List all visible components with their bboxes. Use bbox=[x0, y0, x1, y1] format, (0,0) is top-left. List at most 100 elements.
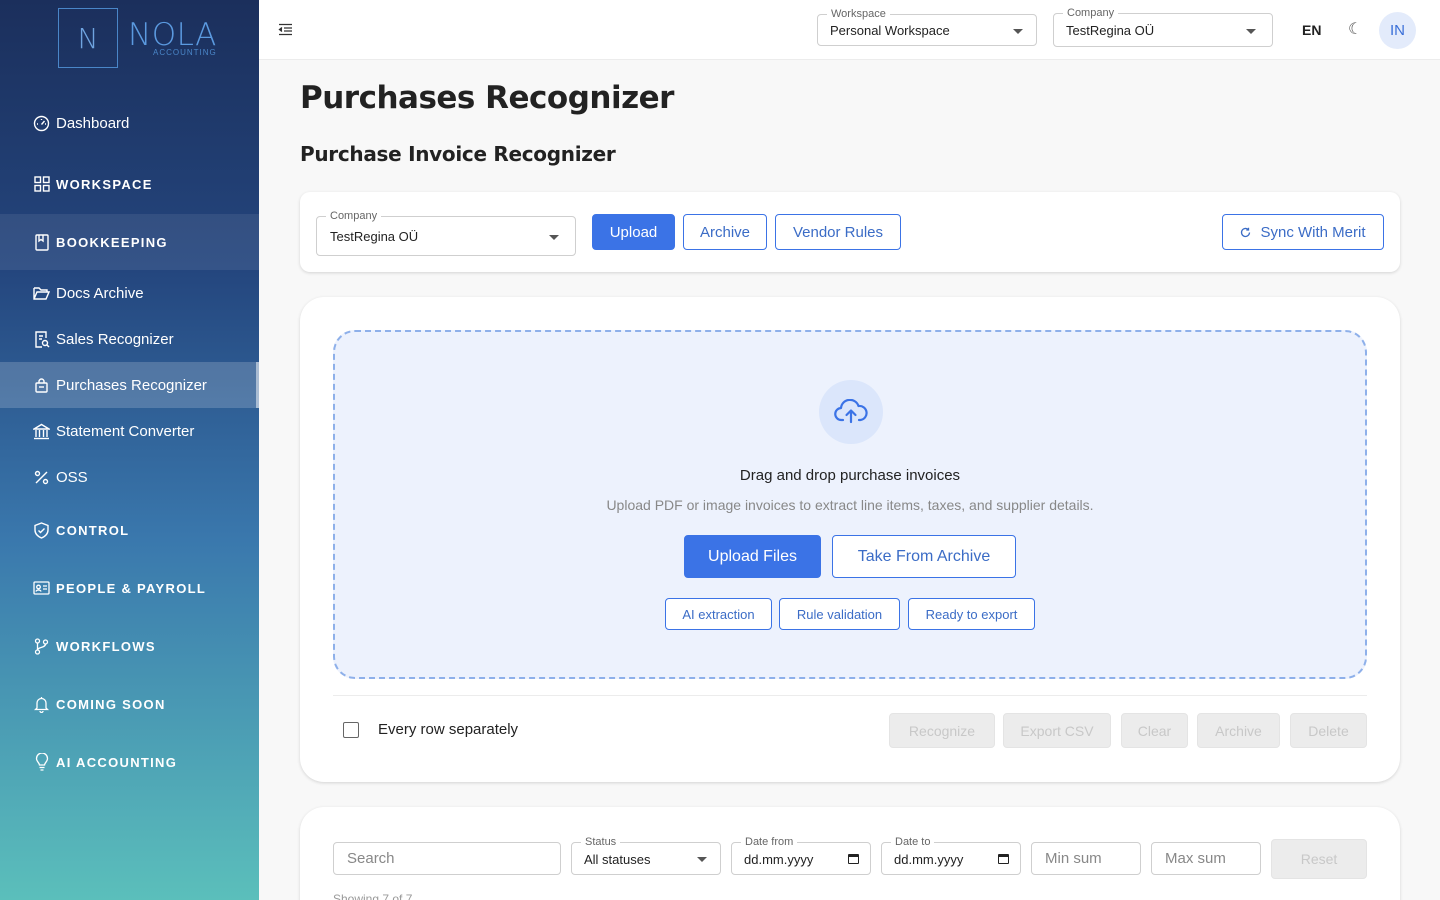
company-value: TestRegina OÜ bbox=[330, 229, 419, 244]
shield-check-icon bbox=[33, 521, 50, 539]
workspace-label: Workspace bbox=[827, 8, 890, 20]
search-input[interactable]: Search bbox=[333, 842, 561, 875]
company-select[interactable]: Company TestRegina OÜ bbox=[1053, 7, 1273, 47]
calendar-icon[interactable] bbox=[998, 854, 1009, 864]
sidebar-item-label: Dashboard bbox=[56, 114, 130, 132]
language-switch[interactable]: EN bbox=[1302, 22, 1321, 38]
archive-button[interactable]: Archive bbox=[683, 214, 767, 250]
chip-ai-extraction: AI extraction bbox=[665, 598, 772, 630]
company-label: Company bbox=[326, 210, 382, 222]
sidebar-item-label: BOOKKEEPING bbox=[56, 234, 168, 250]
sidebar-item-label: PEOPLE & PAYROLL bbox=[56, 580, 207, 596]
status-select[interactable]: Status All statuses bbox=[571, 836, 721, 875]
archive-selected-button[interactable]: Archive bbox=[1197, 713, 1280, 748]
workspace-value: Personal Workspace bbox=[830, 23, 950, 38]
clear-button[interactable]: Clear bbox=[1121, 713, 1188, 748]
brand-logo[interactable]: N NOLA ACCOUNTING bbox=[58, 8, 217, 68]
book-icon bbox=[33, 233, 50, 251]
max-sum-placeholder: Max sum bbox=[1165, 850, 1226, 867]
company-label: Company bbox=[1063, 7, 1119, 19]
page-subtitle: Purchase Invoice Recognizer bbox=[300, 142, 616, 166]
logo-subtitle: ACCOUNTING bbox=[153, 47, 217, 57]
shopping-bag-icon bbox=[33, 377, 50, 394]
min-sum-placeholder: Min sum bbox=[1045, 850, 1102, 867]
chip-rule-validation: Rule validation bbox=[779, 598, 900, 630]
sidebar-item-label: AI ACCOUNTING bbox=[56, 754, 178, 770]
dropzone-subtitle: Upload PDF or image invoices to extract … bbox=[606, 497, 1094, 513]
sidebar-item-label: COMING SOON bbox=[56, 696, 166, 712]
date-to-field[interactable]: Date to dd.mm.yyyy bbox=[881, 836, 1021, 875]
top-bar: Workspace Personal Workspace Company Tes… bbox=[259, 0, 1440, 60]
toolbar-card: Company TestRegina OÜ Upload Archive Ven… bbox=[300, 192, 1400, 272]
lightbulb-icon bbox=[33, 753, 50, 771]
sidebar-item-statement-converter[interactable]: Statement Converter bbox=[0, 416, 259, 446]
gauge-icon bbox=[33, 115, 50, 132]
vendor-rules-button[interactable]: Vendor Rules bbox=[775, 214, 901, 250]
status-value: All statuses bbox=[584, 852, 651, 867]
sidebar-item-workflows[interactable]: WORKFLOWS bbox=[0, 631, 259, 661]
chip-ready-to-export: Ready to export bbox=[908, 598, 1035, 630]
company-value: TestRegina OÜ bbox=[1066, 23, 1155, 38]
date-to-value: dd.mm.yyyy bbox=[894, 852, 964, 867]
page-title: Purchases Recognizer bbox=[300, 80, 674, 116]
dropzone[interactable]: Drag and drop purchase invoices Upload P… bbox=[333, 330, 1367, 679]
delete-button[interactable]: Delete bbox=[1290, 713, 1367, 748]
git-branch-icon bbox=[33, 637, 50, 655]
chevron-down-icon bbox=[697, 857, 707, 862]
export-csv-button[interactable]: Export CSV bbox=[1003, 713, 1111, 748]
avatar[interactable]: IN bbox=[1379, 12, 1416, 49]
sidebar-item-label: Sales Recognizer bbox=[56, 330, 174, 348]
calendar-icon[interactable] bbox=[848, 854, 859, 864]
sync-label: Sync With Merit bbox=[1260, 223, 1366, 241]
sidebar-item-label: OSS bbox=[56, 468, 88, 486]
percent-icon bbox=[33, 469, 50, 486]
sidebar-item-sales-recognizer[interactable]: Sales Recognizer bbox=[0, 324, 259, 354]
document-search-icon bbox=[33, 330, 50, 348]
results-count: Showing 7 of 7 bbox=[333, 892, 413, 900]
chevron-down-icon bbox=[1013, 29, 1023, 34]
grid-icon bbox=[33, 176, 50, 193]
sidebar-item-ai-accounting[interactable]: AI ACCOUNTING bbox=[0, 747, 259, 777]
logo-mark: N bbox=[58, 8, 118, 68]
sidebar-item-people-payroll[interactable]: PEOPLE & PAYROLL bbox=[0, 573, 259, 603]
sidebar-item-docs-archive[interactable]: Docs Archive bbox=[0, 278, 259, 308]
max-sum-input[interactable]: Max sum bbox=[1151, 842, 1261, 875]
sidebar-item-workspace[interactable]: WORKSPACE bbox=[0, 169, 259, 199]
moon-icon[interactable]: ☾ bbox=[1348, 19, 1362, 39]
sidebar-item-bookkeeping[interactable]: BOOKKEEPING bbox=[0, 214, 259, 270]
sidebar-item-oss[interactable]: OSS bbox=[0, 462, 259, 492]
sidebar-item-label: Statement Converter bbox=[56, 422, 195, 440]
collapse-menu-icon[interactable] bbox=[278, 22, 293, 42]
sync-with-merit-button[interactable]: Sync With Merit bbox=[1222, 214, 1384, 250]
dropzone-title: Drag and drop purchase invoices bbox=[739, 467, 961, 484]
upload-button[interactable]: Upload bbox=[592, 214, 675, 250]
workspace-select[interactable]: Workspace Personal Workspace bbox=[817, 8, 1037, 46]
sidebar-item-dashboard[interactable]: Dashboard bbox=[0, 108, 259, 138]
min-sum-input[interactable]: Min sum bbox=[1031, 842, 1141, 875]
chevron-down-icon bbox=[549, 235, 559, 240]
sidebar-item-label: WORKFLOWS bbox=[56, 638, 156, 654]
sync-icon bbox=[1240, 227, 1251, 238]
sidebar-item-label: Purchases Recognizer bbox=[56, 376, 207, 394]
status-label: Status bbox=[581, 836, 621, 848]
search-placeholder: Search bbox=[347, 850, 395, 867]
sidebar-item-coming-soon[interactable]: COMING SOON bbox=[0, 689, 259, 719]
every-row-label: Every row separately bbox=[378, 721, 519, 738]
reset-button[interactable]: Reset bbox=[1271, 839, 1367, 879]
date-from-value: dd.mm.yyyy bbox=[744, 852, 814, 867]
chevron-down-icon bbox=[1246, 29, 1256, 34]
sidebar-item-label: CONTROL bbox=[56, 522, 130, 538]
logo-name: NOLA bbox=[128, 16, 217, 53]
sidebar-item-purchases-recognizer[interactable]: Purchases Recognizer bbox=[0, 362, 259, 408]
bell-icon bbox=[33, 696, 50, 713]
every-row-checkbox[interactable] bbox=[343, 722, 359, 738]
date-from-field[interactable]: Date from dd.mm.yyyy bbox=[731, 836, 871, 875]
sidebar-item-control[interactable]: CONTROL bbox=[0, 515, 259, 545]
folder-open-icon bbox=[33, 285, 50, 302]
recognize-button[interactable]: Recognize bbox=[889, 713, 995, 748]
upload-files-button[interactable]: Upload Files bbox=[684, 535, 821, 578]
date-from-label: Date from bbox=[741, 836, 798, 848]
id-card-icon bbox=[33, 580, 50, 597]
company-select[interactable]: Company TestRegina OÜ bbox=[316, 210, 576, 256]
take-from-archive-button[interactable]: Take From Archive bbox=[832, 535, 1016, 578]
